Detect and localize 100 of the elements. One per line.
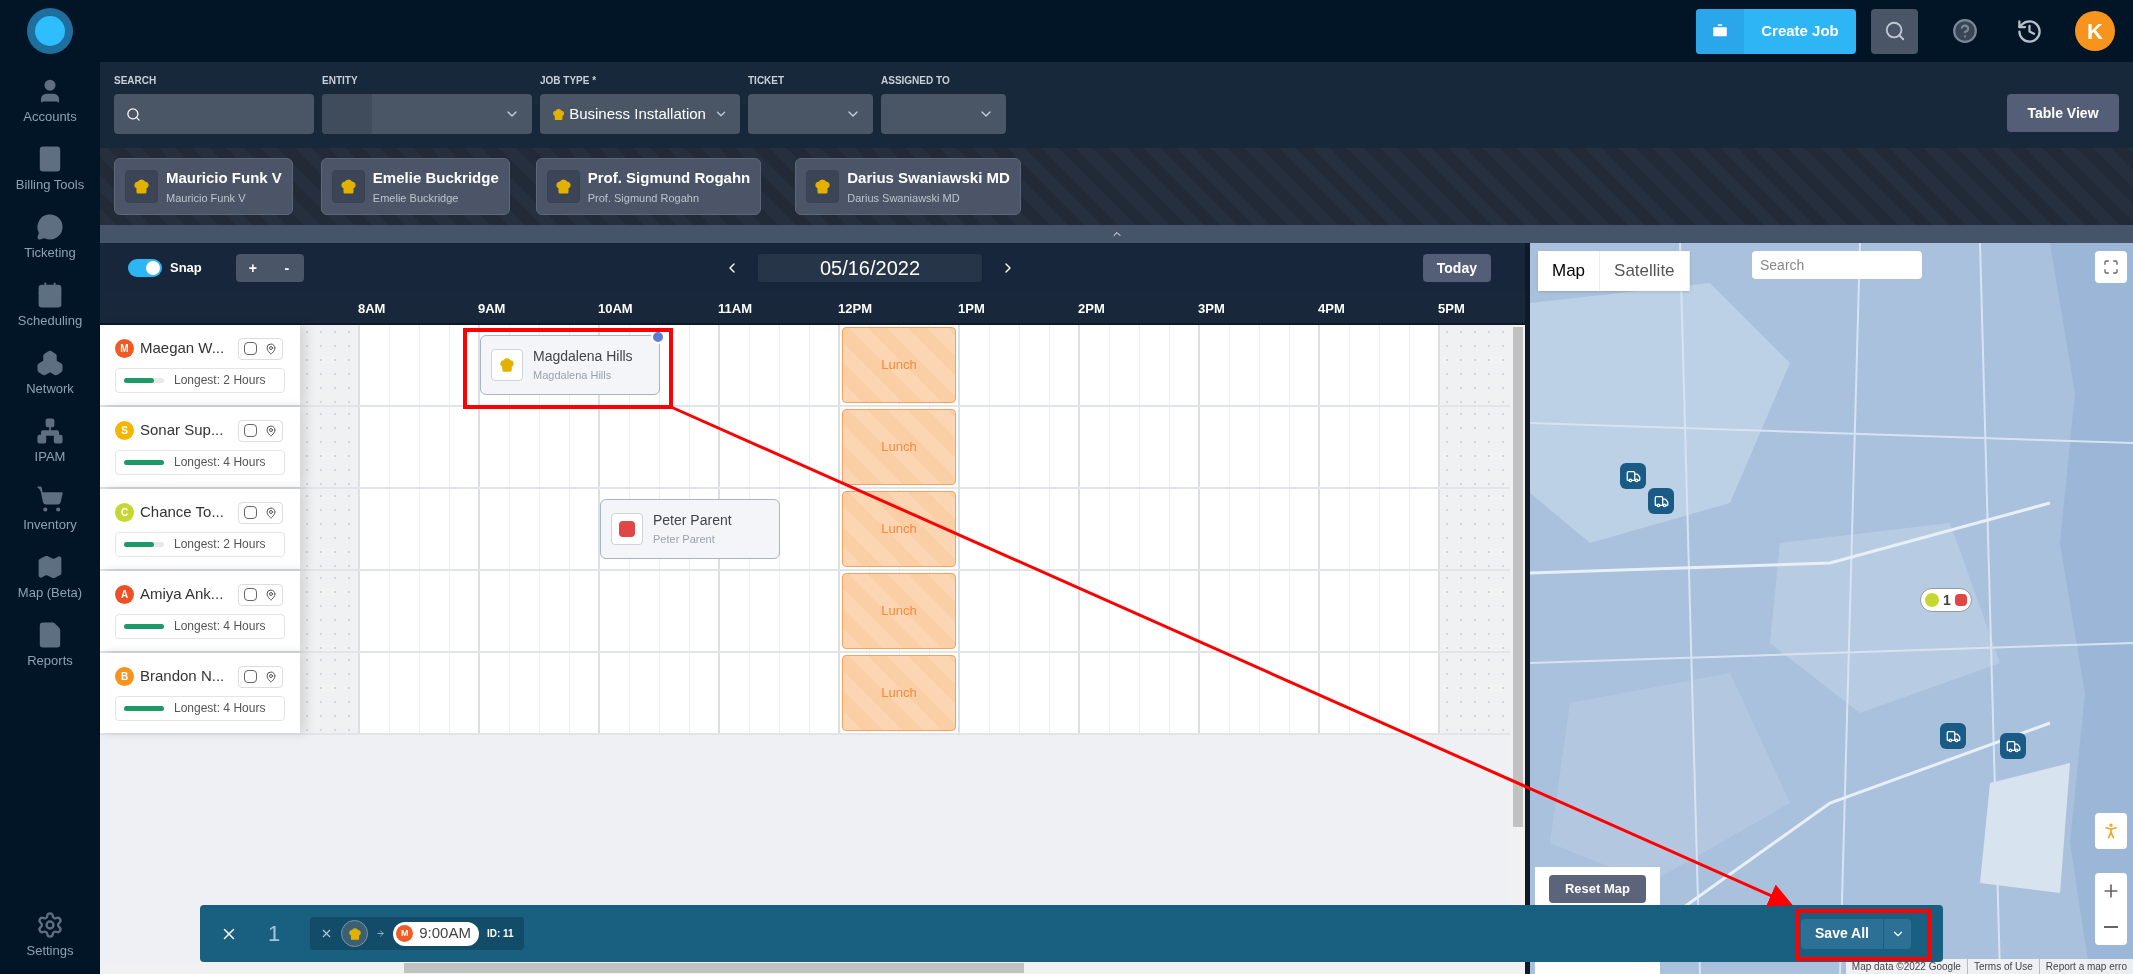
change-time: 9:00AM (419, 923, 471, 944)
chef-hat-icon (133, 178, 150, 195)
checkbox[interactable] (244, 342, 257, 355)
pin-icon[interactable] (265, 424, 277, 437)
hour-label: 8AM (358, 301, 386, 316)
calendar-icon (36, 281, 64, 310)
dropdown[interactable]: Business Installation (540, 94, 740, 134)
search-icon (1883, 20, 1906, 42)
technician-name: Emelie Buckridge (372, 168, 499, 188)
help-icon[interactable] (1952, 18, 1978, 44)
map-marker[interactable] (1648, 488, 1674, 514)
map-attribution[interactable]: Terms of Use (1966, 959, 2039, 974)
timeline-row[interactable]: Lunch Peter Parent Peter Parent (300, 489, 1508, 569)
square-icon (619, 521, 635, 537)
scrollbar-thumb[interactable] (404, 963, 1024, 973)
map-marker[interactable] (1620, 463, 1646, 489)
cart-icon (36, 485, 64, 514)
sidebar-item[interactable]: Inventory (0, 476, 100, 544)
longest-label: Longest: 4 Hours (174, 618, 266, 636)
briefcase-icon (1711, 22, 1729, 40)
sidebar-item[interactable]: Scheduling (0, 272, 100, 340)
map-type-tab[interactable]: Map (1538, 251, 1601, 291)
checkbox[interactable] (244, 670, 257, 683)
lunch-block: Lunch (842, 573, 956, 649)
lunch-block: Lunch (842, 655, 956, 731)
fullscreen-button[interactable] (2095, 251, 2127, 283)
map-search-field[interactable]: Search (1752, 251, 1922, 279)
longest-label: Longest: 2 Hours (174, 536, 266, 554)
hour-label: 1PM (958, 301, 985, 316)
field-label: TICKET (748, 74, 786, 88)
app-logo[interactable] (27, 8, 73, 54)
reset-map-button[interactable]: Reset Map (1549, 875, 1646, 903)
date-field[interactable]: 05/16/2022 (758, 254, 982, 282)
longest-label: Longest: 4 Hours (174, 454, 266, 472)
hour-label: 5PM (1438, 301, 1465, 316)
job-card[interactable]: Peter Parent Peter Parent (600, 499, 780, 559)
checkbox[interactable] (244, 506, 257, 519)
technician-chip[interactable]: Darius Swaniawski MD Darius Swaniawski MD (795, 158, 1021, 215)
map-marker[interactable] (1940, 723, 1966, 749)
checkbox[interactable] (244, 588, 257, 601)
pin-icon[interactable] (265, 588, 277, 601)
sidebar-item[interactable]: Billing Tools (0, 136, 100, 204)
technician-chip[interactable]: Prof. Sigmund Rogahn Prof. Sigmund Rogahn (535, 158, 762, 215)
hour-label: 3PM (1198, 301, 1225, 316)
pin-icon[interactable] (265, 506, 277, 519)
sidebar-item[interactable]: Reports (0, 612, 100, 680)
snap-label: Snap (170, 259, 202, 278)
technician-subtitle: Mauricio Funk V (166, 190, 247, 206)
field-label: JOB TYPE * (540, 74, 598, 88)
job-title: Magdalena Hills (533, 347, 633, 367)
truck-icon (2005, 738, 2021, 754)
marker-cluster[interactable]: 1 (1920, 588, 1972, 612)
chat-bubble-icon (36, 213, 64, 242)
zoom-in-button[interactable]: + (235, 254, 270, 282)
initial-badge: A (115, 585, 134, 604)
job-subtitle: Peter Parent (653, 532, 716, 548)
truck-icon (1625, 468, 1641, 484)
search-button[interactable] (1871, 8, 1918, 54)
truck-icon (1653, 493, 1669, 509)
arrow-icon (376, 929, 386, 938)
search-field[interactable] (114, 94, 314, 134)
zoom-out-button[interactable]: - (269, 254, 304, 282)
change-count: 1 (268, 920, 281, 948)
truck-icon (1945, 728, 1961, 744)
table-view-button[interactable]: Table View (2007, 94, 2119, 132)
map-attribution[interactable]: Report a map erro (2038, 959, 2133, 974)
pin-icon[interactable] (265, 342, 277, 355)
sidebar-item[interactable]: Settings (0, 910, 100, 960)
technician-subtitle: Darius Swaniawski MD (847, 190, 961, 206)
today-button[interactable]: Today (1422, 254, 1491, 282)
resource-name: Chance To... (140, 502, 225, 523)
technician-chip[interactable]: Mauricio Funk V Mauricio Funk V (114, 158, 293, 215)
scrollbar-thumb[interactable] (1512, 327, 1523, 827)
checkbox[interactable] (244, 424, 257, 437)
sidebar-item[interactable]: Map (Beta) (0, 544, 100, 612)
timeline-row[interactable]: Lunch Magdalena Hills Magdalena Hills (300, 325, 1508, 405)
longest-label: Longest: 4 Hours (174, 700, 266, 718)
initial-badge: M (396, 925, 414, 942)
pin-icon[interactable] (265, 670, 277, 683)
field-label: SEARCH (114, 74, 158, 88)
chef-hat-icon (347, 926, 362, 941)
boxes-icon (36, 349, 64, 378)
sidebar-item[interactable]: IPAM (0, 408, 100, 476)
hour-label: 11AM (718, 301, 752, 316)
technician-chip[interactable]: Emelie Buckridge Emelie Buckridge (320, 158, 510, 215)
change-chip[interactable]: M 9:00AM ID: 11 (310, 917, 524, 950)
sidebar-item[interactable]: Network (0, 340, 100, 408)
map-marker[interactable] (2000, 733, 2026, 759)
snap-toggle[interactable] (128, 259, 162, 277)
history-icon[interactable] (2016, 17, 2043, 45)
search-icon (126, 106, 141, 122)
resource-name: Brandon N... (140, 666, 226, 687)
longest-label: Longest: 2 Hours (174, 372, 266, 390)
map-type-tab[interactable]: Satellite (1600, 251, 1690, 291)
technician-subtitle: Prof. Sigmund Rogahn (587, 190, 701, 206)
lunch-block: Lunch (842, 491, 956, 567)
chef-hat-icon (499, 357, 515, 373)
save-all-button[interactable]: Save All (1801, 918, 1883, 949)
sidebar-item[interactable]: Accounts (0, 68, 100, 136)
sidebar-item[interactable]: Ticketing (0, 204, 100, 272)
